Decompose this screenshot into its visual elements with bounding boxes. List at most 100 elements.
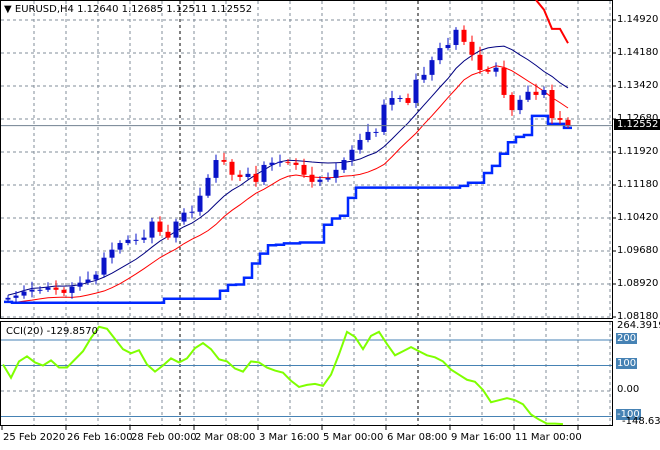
candle-bear	[61, 289, 67, 293]
open-value: 1.12640	[77, 4, 119, 15]
candle-bear	[293, 162, 299, 165]
candle-bull	[429, 60, 435, 75]
candle-bull	[373, 131, 379, 133]
time-axis-label: 11 Mar 00:00	[515, 432, 582, 443]
support-line	[4, 114, 572, 304]
time-axis-label: 2 Mar 08:00	[195, 432, 256, 443]
candle-bull	[101, 257, 107, 275]
candle-bull	[541, 90, 547, 95]
candle-bull	[181, 212, 187, 222]
candle-bull	[109, 249, 115, 258]
candle-bull	[5, 297, 11, 300]
main-plot-frame	[0, 0, 613, 319]
low-value: 1.12511	[166, 4, 208, 15]
candle-bull	[525, 91, 531, 100]
cci-max-label: 264.3919	[617, 320, 660, 331]
cci-min-label: -148.6308	[622, 416, 660, 427]
candle-bull	[133, 239, 139, 241]
cci-line	[2, 325, 564, 426]
time-axis-label: 3 Mar 16:00	[259, 432, 320, 443]
candle-bull	[269, 162, 275, 165]
candle-bull	[421, 74, 427, 80]
cci-level-200: 200	[616, 333, 638, 344]
candle-bull	[349, 149, 355, 161]
candle-bear	[53, 287, 59, 290]
candle-bull	[205, 177, 211, 196]
candle-bear	[549, 90, 555, 119]
candle-bear	[469, 41, 475, 55]
candle-bull	[173, 221, 179, 238]
candle-bear	[509, 94, 515, 111]
time-axis-label: 9 Mar 16:00	[451, 432, 512, 443]
candle-bull	[125, 239, 131, 243]
chart-header: ▼ EURUSD,H4 1.12640 1.12685 1.12511 1.12…	[4, 4, 252, 15]
candle-bear	[157, 221, 163, 232]
candle-bear	[565, 119, 571, 126]
candle-bull	[357, 139, 363, 150]
mt4-chart-window[interactable]: ▼ EURUSD,H4 1.12640 1.12685 1.12511 1.12…	[0, 0, 660, 450]
candle-bull	[197, 195, 203, 212]
symbol-label: EURUSD,H4	[14, 4, 74, 15]
time-axis-label: 6 Mar 08:00	[387, 432, 448, 443]
cci-level-0: 0.00	[617, 384, 640, 395]
candle-bull	[277, 161, 283, 163]
candle-bull	[317, 179, 323, 182]
candle-bear	[237, 174, 243, 177]
candle-bull	[325, 177, 331, 180]
high-value: 1.12685	[121, 4, 163, 15]
candle-bull	[493, 67, 499, 72]
candle-bear	[501, 67, 507, 95]
ma-lower-line	[7, 65, 569, 303]
candle-bull	[245, 173, 251, 177]
candle-bull	[517, 99, 523, 111]
time-axis-label: 28 Feb 00:00	[131, 432, 197, 443]
candle-bull	[13, 295, 19, 298]
candle-bull	[85, 279, 91, 283]
price-axis-label: 1.09680	[617, 245, 659, 256]
candle-bull	[413, 79, 419, 103]
cci-level-100: 100	[616, 358, 638, 369]
candle-bull	[341, 160, 347, 170]
resistance-line	[535, 0, 569, 44]
candle-bear	[285, 161, 291, 163]
candle-bear	[165, 231, 171, 238]
candle-bull	[381, 104, 387, 132]
candle-bear	[533, 91, 539, 95]
price-axis-label: 1.11920	[617, 146, 659, 157]
candle-bull	[93, 274, 99, 280]
candle-bull	[453, 29, 459, 45]
candle-bull	[141, 237, 147, 240]
candle-bull	[29, 289, 35, 292]
candle-bear	[477, 54, 483, 70]
candle-bull	[149, 221, 155, 238]
cci-title: CCI(20) -129.8570	[6, 326, 98, 337]
candle-bull	[45, 287, 51, 290]
candle-bull	[21, 291, 27, 296]
price-axis-label: 1.13420	[617, 80, 659, 91]
candle-bear	[309, 174, 315, 182]
price-axis-label: 1.10420	[617, 212, 659, 223]
candle-bull	[189, 211, 195, 213]
candle-bear	[557, 118, 563, 120]
candle-bear	[221, 160, 227, 162]
candle-bull	[69, 286, 75, 293]
candle-bear	[485, 69, 491, 72]
close-value: 1.12552	[210, 4, 253, 15]
candle-bull	[333, 169, 339, 178]
price-axis-label: 1.11180	[617, 179, 659, 190]
candle-bull	[389, 98, 395, 105]
price-axis-label: 1.14920	[617, 14, 659, 25]
price-axis-label: 1.08920	[617, 278, 659, 289]
candle-bull	[77, 282, 83, 287]
time-axis-label: 5 Mar 00:00	[323, 432, 384, 443]
dropdown-triangle-icon[interactable]: ▼	[4, 4, 12, 15]
candle-bear	[229, 161, 235, 175]
candle-bear	[253, 173, 259, 182]
candle-bull	[213, 160, 219, 178]
candle-bull	[261, 164, 267, 182]
candle-bull	[437, 48, 443, 61]
price-chart[interactable]	[0, 0, 660, 450]
candle-bull	[445, 44, 451, 49]
time-axis-label: 25 Feb 2020	[3, 432, 66, 443]
price-axis-label: 1.14180	[617, 47, 659, 58]
